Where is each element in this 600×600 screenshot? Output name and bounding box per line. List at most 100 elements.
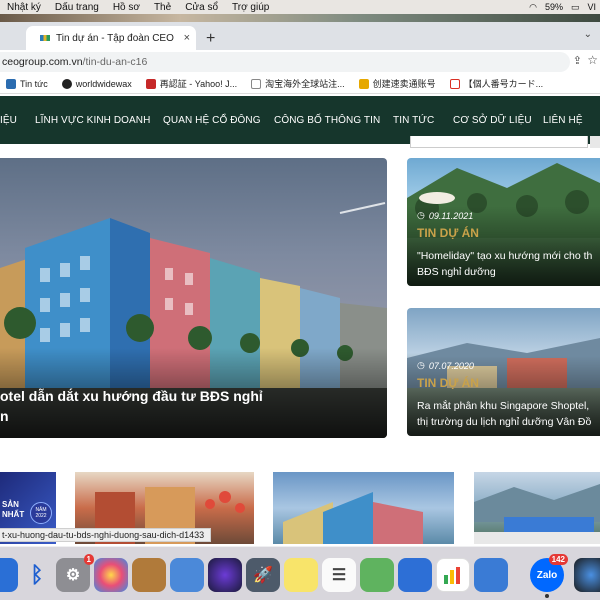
thumbnail-buildings[interactable] (273, 472, 454, 544)
new-tab-button[interactable]: + (206, 30, 215, 48)
nav-item-disclosure[interactable]: CÔNG BỐ THÔNG TIN (274, 115, 380, 126)
award-text-line2: NHẤT (2, 510, 25, 519)
news-icon (6, 78, 16, 89)
url-host: ceogroup.com.vn (2, 56, 83, 68)
card-title-line1: Ra mắt phân khu Singapore Shoptel, (417, 400, 590, 412)
thumbnail-event[interactable] (474, 472, 600, 544)
maps-icon[interactable] (360, 558, 394, 592)
active-tab[interactable]: Tin dự án - Tập đoàn CEO × (26, 26, 196, 50)
search-input[interactable] (410, 136, 588, 148)
macos-dock: ᛒ ⚙ 1 🚀 ☰ Zalo 142 (0, 546, 600, 600)
menu-window[interactable]: Cửa sổ (178, 2, 225, 13)
yahoo-icon (145, 78, 156, 89)
bluetooth-icon[interactable]: ᛒ (20, 558, 54, 592)
bookmark-label: worldwidewax (75, 78, 132, 89)
bookmark-tin-tuc[interactable]: Tin tức (6, 78, 48, 89)
hero-title-line1: otel dẫn dắt xu hướng đầu tư BĐS nghỉ (0, 388, 263, 404)
card-category[interactable]: TIN DỰ ÁN (417, 376, 479, 390)
share-icon[interactable]: ⇪ (573, 54, 582, 67)
nav-item-database[interactable]: CƠ SỞ DỮ LIỆU (453, 115, 532, 126)
bookmark-aliexpress[interactable]: 创建速卖通账号 (358, 77, 436, 90)
notes-app-icon[interactable] (132, 558, 166, 592)
battery-icon[interactable]: ▭ (571, 2, 580, 13)
nav-item-news[interactable]: TIN TỨC (393, 115, 434, 126)
chrome-icon[interactable] (574, 558, 600, 592)
card-title-line1: "Homeliday" tạo xu hướng mới cho th (417, 250, 593, 262)
siri-icon[interactable] (208, 558, 242, 592)
bookmark-worldwidewax[interactable]: worldwidewax (61, 78, 132, 89)
zalo-icon[interactable]: Zalo 142 (530, 554, 568, 598)
zalo-badge: 142 (548, 554, 568, 565)
nav-item-truncated[interactable]: IỆU (0, 115, 17, 126)
nav-item-business[interactable]: LĨNH VỰC KINH DOANH (35, 115, 150, 126)
tab-search-chevron-icon[interactable]: ⌄ (584, 29, 592, 40)
hero-article[interactable]: otel dẫn dắt xu hướng đầu tư BĐS nghỉ n (0, 158, 387, 438)
card-title[interactable]: "Homeliday" tạo xu hướng mới cho th BĐS … (417, 248, 592, 280)
ceo-favicon-icon (40, 35, 50, 41)
url-field[interactable]: ceogroup.com.vn/tin-du-an-c16 (0, 52, 570, 72)
system-settings-icon[interactable]: ⚙ 1 (56, 554, 94, 592)
bookmark-taobao[interactable]: 淘宝海外全球站注... (251, 77, 345, 90)
menu-bookmarks[interactable]: Dấu trang (48, 2, 106, 13)
desktop-wallpaper-strip (0, 14, 600, 22)
zalo-label: Zalo (536, 569, 558, 581)
card-date: ◷ 07.07.2020 (417, 360, 474, 371)
battery-percent[interactable]: 59% (545, 2, 563, 12)
aliexpress-icon (358, 78, 369, 89)
card-title[interactable]: Ra mắt phân khu Singapore Shoptel, thị t… (417, 398, 591, 430)
stickies-icon[interactable] (284, 558, 318, 592)
finder-icon[interactable] (0, 558, 18, 592)
clock-icon: ◷ (417, 210, 425, 220)
running-indicator (545, 594, 549, 598)
tab-title: Tin dự án - Tập đoàn CEO (56, 32, 174, 44)
hero-title[interactable]: otel dẫn dắt xu hướng đầu tư BĐS nghỉ n (0, 386, 263, 426)
clock-icon: ◷ (417, 360, 425, 370)
keynote-icon[interactable] (474, 558, 508, 592)
bookmark-label: 【個人番号カード... (463, 79, 544, 89)
bookmark-label: Tin tức (20, 78, 48, 89)
search-button[interactable] (590, 136, 600, 148)
gmail-icon (449, 78, 460, 89)
news-card[interactable]: ◷ 07.07.2020 TIN DỰ ÁN Ra mắt phân khu Si… (407, 308, 600, 436)
bookmark-yahoo[interactable]: 再認証 - Yahoo! J... (145, 77, 237, 90)
thumbnail-image (474, 484, 600, 544)
nav-item-investor-relations[interactable]: QUAN HỆ CỔ ĐÔNG (163, 115, 261, 126)
reminders-icon[interactable]: ☰ (322, 558, 356, 592)
menu-tab[interactable]: Thẻ (147, 2, 178, 13)
bookmark-label: 创建速卖通账号 (372, 79, 436, 89)
card-date-text: 07.07.2020 (428, 360, 474, 371)
wifi-icon[interactable]: ◠ (529, 2, 537, 13)
award-badge: NĂM 2022 (30, 502, 52, 524)
card-title-line2: BĐS nghỉ dưỡng (417, 266, 496, 278)
menu-help[interactable]: Trợ giúp (225, 2, 276, 13)
card-date-text: 09.11.2021 (428, 210, 474, 221)
browser-tab-bar: Tin dự án - Tập đoàn CEO × + ⌄ (0, 22, 600, 50)
tab-close-icon[interactable]: × (184, 32, 190, 44)
numbers-icon[interactable] (436, 558, 470, 592)
card-category[interactable]: TIN DỰ ÁN (417, 226, 479, 240)
card-title-line2: thị trường du lịch nghỉ dưỡng Vân Đồ (417, 416, 592, 428)
menubar-status-area: ◠ 59% ▭ VI (529, 0, 596, 14)
bookmark-label: 淘宝海外全球站注... (265, 79, 345, 89)
status-link-preview: t-xu-huong-dau-tu-bds-nghi-duong-sau-dic… (0, 528, 212, 542)
macos-menu-bar: Nhật ký Dấu trang Hồ sơ Thẻ Cửa sổ Trợ g… (0, 0, 600, 14)
nav-item-contact[interactable]: LIÊN HỆ (543, 115, 583, 126)
input-method-indicator[interactable]: VI (587, 2, 596, 12)
settings-badge: 1 (83, 554, 94, 565)
textedit-icon[interactable] (398, 558, 432, 592)
launchpad-icon[interactable]: 🚀 (246, 558, 280, 592)
photos-icon[interactable] (94, 558, 128, 592)
hero-title-line2: n (0, 408, 9, 424)
card-date: ◷ 09.11.2021 (417, 210, 473, 221)
thumbnail-award-text: SẢN NHẤT (2, 500, 24, 520)
menu-profiles[interactable]: Hồ sơ (106, 2, 147, 13)
document-icon (251, 78, 262, 89)
menu-history[interactable]: Nhật ký (0, 2, 48, 13)
bookmark-star-icon[interactable]: ☆ (587, 53, 598, 67)
bookmark-mynumber[interactable]: 【個人番号カード... (449, 77, 544, 90)
bar-chart-icon (444, 567, 460, 584)
preview-icon[interactable] (170, 558, 204, 592)
award-text-line1: SẢN (2, 500, 19, 509)
thumbnail-image (283, 492, 423, 544)
news-card[interactable]: ◷ 09.11.2021 TIN DỰ ÁN "Homeliday" tạo xu… (407, 158, 600, 286)
